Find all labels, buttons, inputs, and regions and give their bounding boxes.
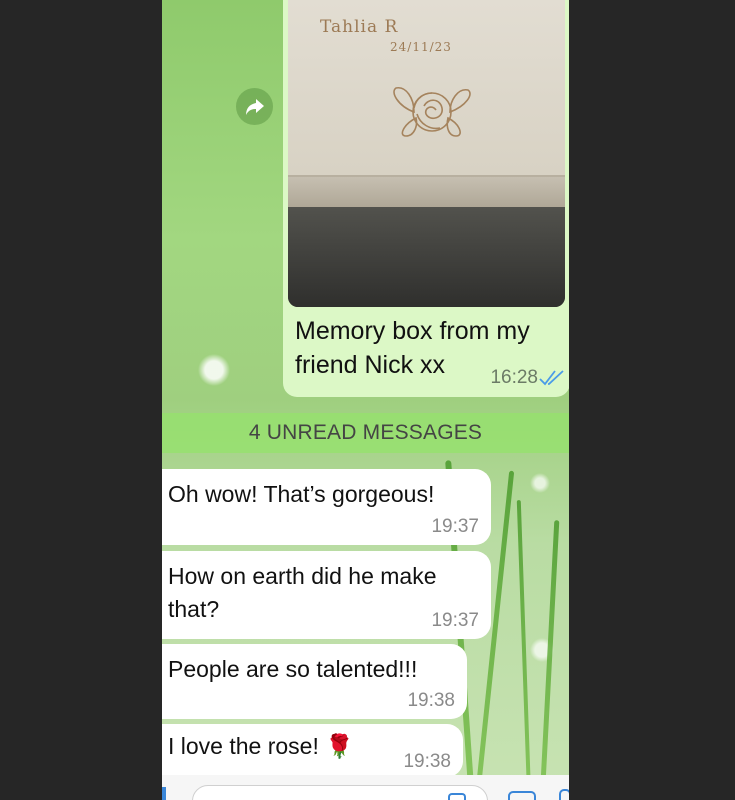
incoming-message-bubble[interactable]: I love the rose! 🌹 19:38: [162, 724, 463, 777]
background-grass: [539, 520, 560, 800]
box-edge: [288, 175, 565, 209]
unread-banner-label: 4 UNREAD MESSAGES: [248, 421, 483, 444]
message-time: 19:38: [407, 690, 455, 711]
outgoing-message-bubble[interactable]: Tahlia R 24/11/23 Memory box from my fri…: [283, 0, 569, 397]
message-text: Oh wow! That’s gorgeous!: [168, 481, 435, 507]
microphone-icon[interactable]: [559, 789, 569, 800]
message-time: 19:37: [431, 610, 479, 631]
background-grass: [516, 500, 532, 800]
memory-box-photo[interactable]: Tahlia R 24/11/23: [288, 0, 565, 307]
forward-button[interactable]: [236, 88, 273, 125]
message-text: I love the rose! 🌹: [168, 733, 354, 759]
box-shadow-area: [288, 207, 565, 307]
message-input-bar: [162, 775, 569, 800]
incoming-message-bubble[interactable]: People are so talented!!! 19:38: [162, 644, 467, 719]
message-time: 19:38: [403, 751, 451, 772]
engraved-date: 24/11/23: [390, 40, 452, 54]
engraved-name: Tahlia R: [320, 17, 399, 37]
message-input[interactable]: [192, 785, 488, 800]
incoming-message-bubble[interactable]: How on earth did he make that? 19:37: [162, 551, 491, 639]
message-time: 16:28: [490, 367, 538, 388]
camera-icon[interactable]: [508, 791, 536, 800]
double-check-read-icon: [539, 370, 564, 386]
sticker-icon[interactable]: [448, 793, 466, 800]
unread-messages-banner: 4 UNREAD MESSAGES: [162, 413, 569, 453]
forward-arrow-icon: [245, 98, 264, 115]
engraved-rose-icon: [393, 87, 471, 137]
incoming-message-bubble[interactable]: Oh wow! That’s gorgeous! 19:37: [162, 469, 491, 545]
chat-screen: Tahlia R 24/11/23 Memory box from my fri…: [162, 0, 569, 800]
message-text: People are so talented!!!: [168, 656, 418, 682]
attach-plus-icon[interactable]: [162, 787, 166, 800]
message-time: 19:37: [431, 516, 479, 537]
